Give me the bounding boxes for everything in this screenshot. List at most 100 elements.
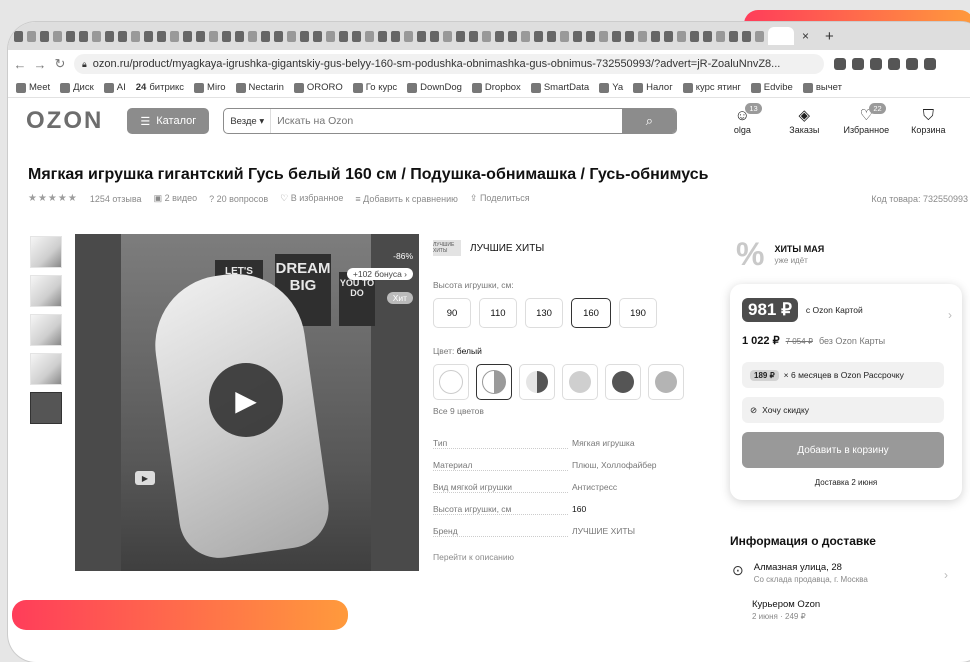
thumbnail[interactable] <box>30 275 62 307</box>
card-price-row[interactable]: 981 ₽ с Ozon Картой <box>742 298 863 322</box>
tab[interactable] <box>417 30 426 42</box>
tab[interactable] <box>625 30 634 42</box>
tab[interactable] <box>170 30 179 42</box>
tab[interactable] <box>66 30 75 42</box>
tab[interactable] <box>482 30 491 42</box>
thumbnail[interactable] <box>30 314 62 346</box>
tab[interactable] <box>79 30 88 42</box>
tab[interactable] <box>144 30 153 42</box>
tab[interactable] <box>313 30 322 42</box>
reload-icon[interactable]: ↻ <box>52 56 68 72</box>
tab[interactable] <box>27 30 36 42</box>
brand-row[interactable]: ЛУЧШИЕ ХИТЫ ЛУЧШИЕ ХИТЫ <box>433 240 544 256</box>
bookmark-kurs[interactable]: курс ятинг <box>682 82 741 93</box>
bookmark-edvibe[interactable]: Edvibe <box>750 82 793 93</box>
compare-link[interactable]: ≡ Добавить к сравнению <box>355 194 458 204</box>
tab[interactable] <box>586 30 595 42</box>
tab[interactable] <box>443 30 452 42</box>
search-button[interactable]: ⌕ <box>622 109 677 133</box>
tab[interactable] <box>651 30 660 42</box>
tab[interactable] <box>573 30 582 42</box>
bookmark-smartdata[interactable]: SmartData <box>530 82 589 93</box>
extension-icon[interactable] <box>888 58 900 70</box>
tab[interactable] <box>300 30 309 42</box>
tab[interactable] <box>209 30 218 42</box>
thumbnail[interactable] <box>30 353 62 385</box>
tab[interactable] <box>638 30 647 42</box>
tab[interactable] <box>469 30 478 42</box>
tab[interactable] <box>105 30 114 42</box>
bookmark-nectarin[interactable]: Nectarin <box>235 82 284 93</box>
size-option[interactable]: 110 <box>479 298 517 328</box>
bookmark-downdog[interactable]: DownDog <box>407 82 462 93</box>
close-tab-icon[interactable]: × <box>802 29 809 43</box>
all-colors-link[interactable]: Все 9 цветов <box>433 406 484 416</box>
tab[interactable] <box>53 30 62 42</box>
promo-banner[interactable]: % ХИТЫ МАЯ уже идёт <box>736 236 824 273</box>
color-option[interactable] <box>648 364 684 400</box>
tab[interactable] <box>534 30 543 42</box>
tab[interactable] <box>521 30 530 42</box>
color-option[interactable] <box>519 364 555 400</box>
tab[interactable] <box>378 30 387 42</box>
questions-link[interactable]: ? 20 вопросов <box>209 194 268 204</box>
tab[interactable] <box>235 30 244 42</box>
bookmark-ororo[interactable]: ORORO <box>293 82 343 93</box>
favorites-button[interactable]: ♡ 22 Избранное <box>835 103 897 135</box>
installment-button[interactable]: 189 ₽ × 6 месяцев в Ozon Рассрочку <box>742 362 944 388</box>
tab[interactable] <box>664 30 673 42</box>
tab[interactable] <box>703 30 712 42</box>
tab[interactable] <box>157 30 166 42</box>
tab[interactable] <box>755 30 764 42</box>
bookmark-ya[interactable]: Ya <box>599 82 623 93</box>
tab[interactable] <box>222 30 231 42</box>
tab[interactable] <box>547 30 556 42</box>
size-option[interactable]: 190 <box>619 298 657 328</box>
bookmark-nalog[interactable]: Налог <box>633 82 673 93</box>
back-icon[interactable]: ← <box>12 57 28 72</box>
delivery-address[interactable]: ⊙ Алмазная улица, 28 Со склада продавца,… <box>732 562 868 584</box>
tab[interactable] <box>40 30 49 42</box>
tab[interactable] <box>599 30 608 42</box>
color-option[interactable] <box>562 364 598 400</box>
tab[interactable] <box>430 30 439 42</box>
chevron-right-icon[interactable]: › <box>948 308 952 322</box>
tab-active[interactable] <box>768 27 794 45</box>
favorite-link[interactable]: ♡ В избранное <box>280 193 343 204</box>
size-option[interactable]: 90 <box>433 298 471 328</box>
tab[interactable] <box>248 30 257 42</box>
tab[interactable] <box>716 30 725 42</box>
orders-button[interactable]: ◈ Заказы <box>773 107 835 135</box>
tab[interactable] <box>131 30 140 42</box>
bookmark-go[interactable]: Го курс <box>352 82 397 93</box>
tab[interactable] <box>508 30 517 42</box>
new-tab-button[interactable]: + <box>825 28 834 45</box>
thumbnail-video-selected[interactable] <box>30 392 62 424</box>
bonus-badge[interactable]: +102 бонуса › <box>346 268 413 280</box>
tab[interactable] <box>352 30 361 42</box>
tab[interactable] <box>742 30 751 42</box>
thumbnail[interactable] <box>30 236 62 268</box>
reviews-link[interactable]: 1254 отзыва <box>90 194 142 204</box>
tab[interactable] <box>183 30 192 42</box>
search-scope-select[interactable]: Везде ▾ <box>224 109 272 133</box>
bookmark-bitrix[interactable]: 24 битрикс <box>136 82 184 93</box>
add-to-cart-button[interactable]: Добавить в корзину <box>742 432 944 468</box>
bookmark-meet[interactable]: Meet <box>16 82 50 93</box>
tab[interactable] <box>118 30 127 42</box>
bookmark-ai[interactable]: AI <box>103 82 126 93</box>
tab[interactable] <box>14 30 23 42</box>
bookmark-disk[interactable]: Диск <box>60 82 94 93</box>
rating-stars[interactable]: ★★★★★ <box>28 193 78 204</box>
color-option[interactable] <box>433 364 469 400</box>
color-option[interactable] <box>605 364 641 400</box>
tab[interactable] <box>326 30 335 42</box>
tab[interactable] <box>495 30 504 42</box>
tab[interactable] <box>365 30 374 42</box>
videos-link[interactable]: ▣ 2 видео <box>154 193 198 204</box>
color-option-selected[interactable] <box>476 364 512 400</box>
tab[interactable] <box>196 30 205 42</box>
tab[interactable] <box>404 30 413 42</box>
to-description-link[interactable]: Перейти к описанию <box>433 552 514 562</box>
puzzle-icon[interactable] <box>924 58 936 70</box>
